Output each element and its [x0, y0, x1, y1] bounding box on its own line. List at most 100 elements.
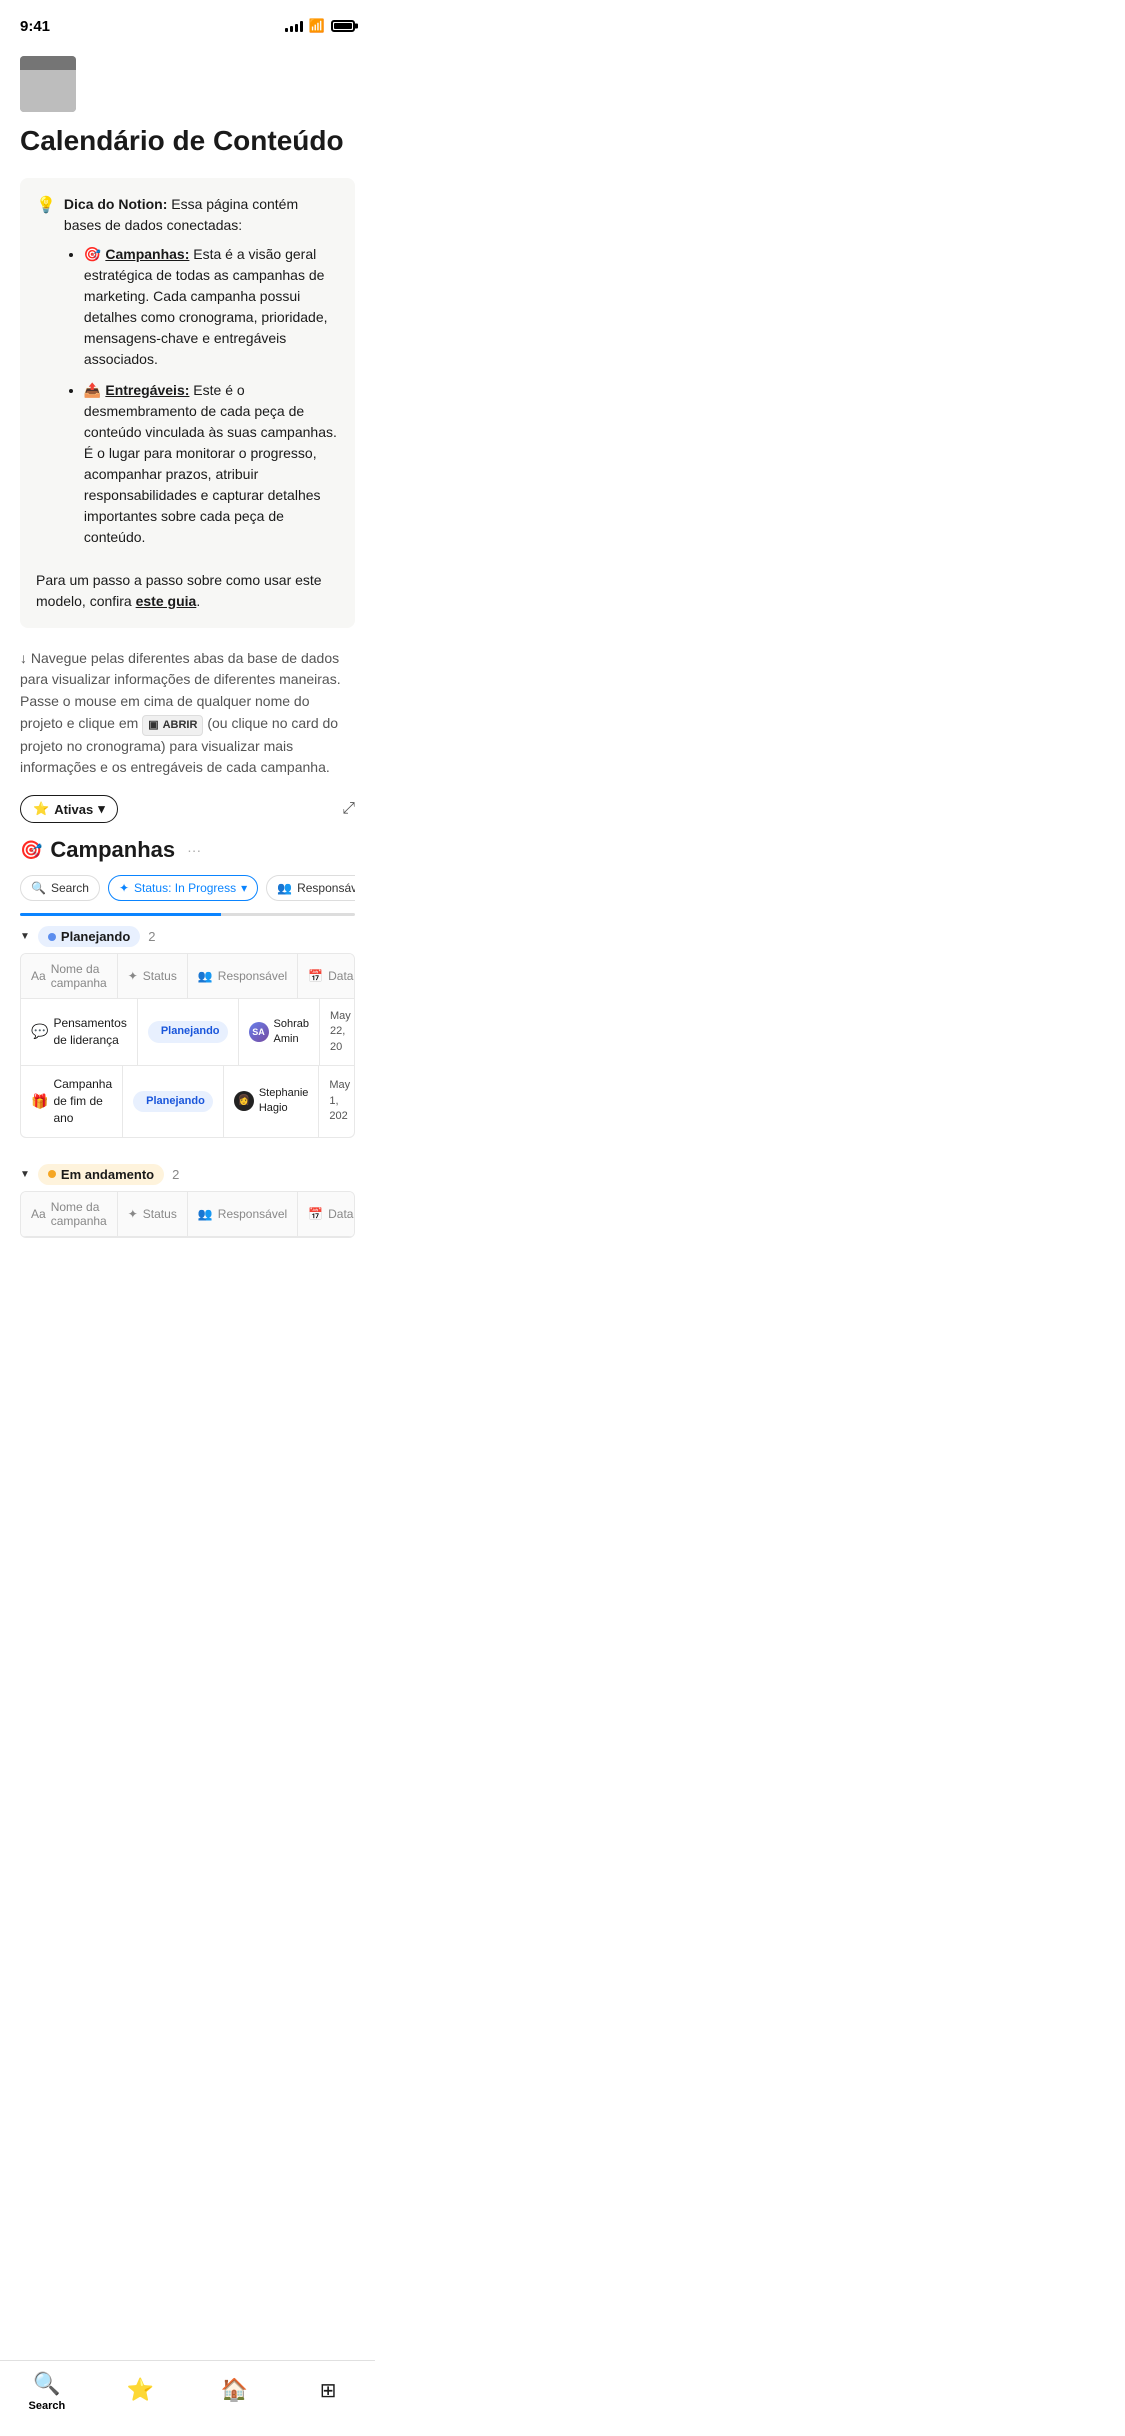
group-em-andamento-header[interactable]: ▼ Em andamento 2: [20, 1154, 355, 1191]
col2-responsavel-label: Responsável: [218, 1207, 287, 1221]
group-em-andamento-collapse-icon: ▼: [20, 1169, 30, 1180]
cell-date-1: May 22, 20: [320, 999, 355, 1065]
entregaveis-label: Entregáveis:: [105, 380, 189, 401]
info-box-footer: Para um passo a passo sobre como usar es…: [36, 570, 339, 612]
cell-responsavel-2: 👩 Stephanie Hagio: [224, 1066, 320, 1136]
col2-header-status: ✦ Status: [118, 1192, 188, 1236]
entregaveis-icon: 📤: [84, 380, 101, 401]
ativas-label: Ativas: [54, 802, 93, 817]
info-list: 🎯 Campanhas: Esta é a visão geral estrat…: [64, 244, 339, 548]
ativas-filter[interactable]: ⭐ Ativas ▾: [20, 795, 118, 823]
status-badge-2: Planejando: [133, 1091, 213, 1112]
page-content: Calendário de Conteúdo 💡 Dica do Notion:…: [0, 44, 375, 1354]
search-icon: 🔍: [31, 881, 46, 895]
responsavel-label: Responsável: [297, 881, 355, 895]
responsavel-filter-button[interactable]: 👥 Responsável ▾: [266, 875, 355, 901]
abrir-label: ABRIR: [163, 717, 198, 734]
avatar-sohrab: SA: [249, 1022, 269, 1042]
battery-icon: [331, 20, 355, 32]
page-title: Calendário de Conteúdo: [20, 124, 355, 158]
col-datas-icon: 📅: [308, 969, 323, 983]
col2-nome-icon: Aa: [31, 1207, 46, 1221]
person-sohrab: Sohrab Amin: [274, 1017, 309, 1048]
col2-status-icon: ✦: [128, 1207, 138, 1221]
col2-header-responsavel: 👥 Responsável: [188, 1192, 298, 1236]
person-stephanie: Stephanie Hagio: [259, 1086, 309, 1117]
table-header: Aa Nome da campanha ✦ Status 👥 Responsáv…: [21, 954, 354, 999]
tab-home-icon: 🏠: [221, 2377, 248, 2403]
date-2: May 1, 202: [329, 1078, 350, 1124]
dot-planejando: [48, 933, 56, 941]
cell-responsavel-1: SA Sohrab Amin: [239, 999, 320, 1065]
col-header-nome: Aa Nome da campanha: [21, 954, 118, 998]
col-header-status: ✦ Status: [118, 954, 188, 998]
status-bar: 9:41 📶: [0, 0, 375, 44]
dica-label: Dica do Notion:: [64, 196, 167, 212]
date-1: May 22, 20: [330, 1009, 351, 1055]
footer-link[interactable]: este guia: [136, 593, 197, 609]
col2-nome-label: Nome da campanha: [51, 1200, 107, 1228]
search-button[interactable]: 🔍 Search: [20, 875, 100, 901]
table-row[interactable]: 💬 Pensamentos de liderança Planejando SA…: [21, 999, 354, 1066]
col2-datas-icon: 📅: [308, 1207, 323, 1221]
tab-favorites[interactable]: ⭐: [94, 2377, 188, 2406]
planejando-table: Aa Nome da campanha ✦ Status 👥 Responsáv…: [20, 953, 355, 1138]
db-title-icon: 🎯: [20, 840, 42, 861]
col-status-label: Status: [143, 969, 177, 983]
dot-em-andamento: [48, 1170, 56, 1178]
tab-search-label: Search: [29, 2400, 66, 2412]
tab-home[interactable]: 🏠: [188, 2377, 282, 2406]
avatar-stephanie: 👩: [234, 1091, 254, 1111]
list-item-entregaveis: 📤 Entregáveis: Este é o desmembramento d…: [84, 380, 339, 548]
col-nome-label: Nome da campanha: [51, 962, 107, 990]
star-icon: ⭐: [33, 801, 49, 817]
footer-end: .: [196, 593, 200, 609]
chevron-down-icon: ▾: [98, 801, 105, 817]
signal-bars-icon: [285, 20, 303, 32]
tab-favorites-icon: ⭐: [127, 2377, 154, 2403]
col-responsavel-icon: 👥: [198, 969, 213, 983]
table-row[interactable]: 🎁 Campanha de fim de ano Planejando 👩 St…: [21, 1066, 354, 1136]
filter-row: ⭐ Ativas ▾ ⤢: [20, 795, 355, 823]
info-box-header: 💡 Dica do Notion: Essa página contém bas…: [36, 194, 339, 558]
group-em-andamento-badge: Em andamento: [38, 1164, 164, 1185]
status-icons: 📶: [285, 18, 355, 34]
db-more-icon[interactable]: ···: [187, 842, 201, 858]
col-header-responsavel: 👥 Responsável: [188, 954, 298, 998]
bottom-spacer: [20, 1254, 355, 1334]
group-planejando-label: Planejando: [61, 929, 130, 944]
search-filter-bar: 🔍 Search ✦ Status: In Progress ▾ 👥 Respo…: [20, 875, 355, 901]
campanhas-icon: 🎯: [84, 244, 101, 265]
status-filter-icon: ✦: [119, 881, 129, 895]
info-box: 💡 Dica do Notion: Essa página contém bas…: [20, 178, 355, 628]
col2-responsavel-icon: 👥: [198, 1207, 213, 1221]
expand-icon[interactable]: ⤢: [342, 800, 355, 818]
db-title-row: 🎯 Campanhas ···: [20, 837, 355, 863]
tab-search[interactable]: 🔍 Search: [0, 2371, 94, 2412]
row1-name: Pensamentos de liderança: [53, 1015, 126, 1049]
col2-header-datas: 📅 Datas: [298, 1192, 355, 1236]
info-box-intro-text: Dica do Notion: Essa página contém bases…: [64, 194, 339, 558]
list-item-campanhas: 🎯 Campanhas: Esta é a visão geral estrat…: [84, 244, 339, 370]
entregaveis-title: 📤 Entregáveis:: [84, 380, 189, 401]
cell-nome-2: 🎁 Campanha de fim de ano: [21, 1066, 123, 1136]
col-nome-icon: Aa: [31, 969, 46, 983]
tab-bar: 🔍 Search ⭐ 🏠 ⊞: [0, 2360, 375, 2436]
em-andamento-table: Aa Nome da campanha ✦ Status 👥 Responsáv…: [20, 1191, 355, 1238]
col2-datas-label: Datas: [328, 1207, 355, 1221]
wifi-icon: 📶: [309, 18, 325, 34]
responsavel-icon: 👥: [277, 881, 292, 895]
row2-icon: 🎁: [31, 1092, 48, 1112]
db-title: Campanhas: [50, 837, 175, 863]
tab-search-icon: 🔍: [33, 2371, 60, 2397]
abrir-badge: ▣ ABRIR: [142, 715, 203, 736]
group-collapse-icon: ▼: [20, 931, 30, 942]
group-planejando-header[interactable]: ▼ Planejando 2: [20, 916, 355, 953]
status-badge-1: Planejando: [148, 1021, 228, 1042]
status-filter-button[interactable]: ✦ Status: In Progress ▾: [108, 875, 258, 901]
col-datas-label: Datas: [328, 969, 355, 983]
tab-more[interactable]: ⊞: [281, 2378, 375, 2406]
abrir-icon: ▣: [148, 717, 158, 734]
cell-status-2: Planejando: [123, 1066, 224, 1136]
cell-nome-1: 💬 Pensamentos de liderança: [21, 999, 138, 1065]
